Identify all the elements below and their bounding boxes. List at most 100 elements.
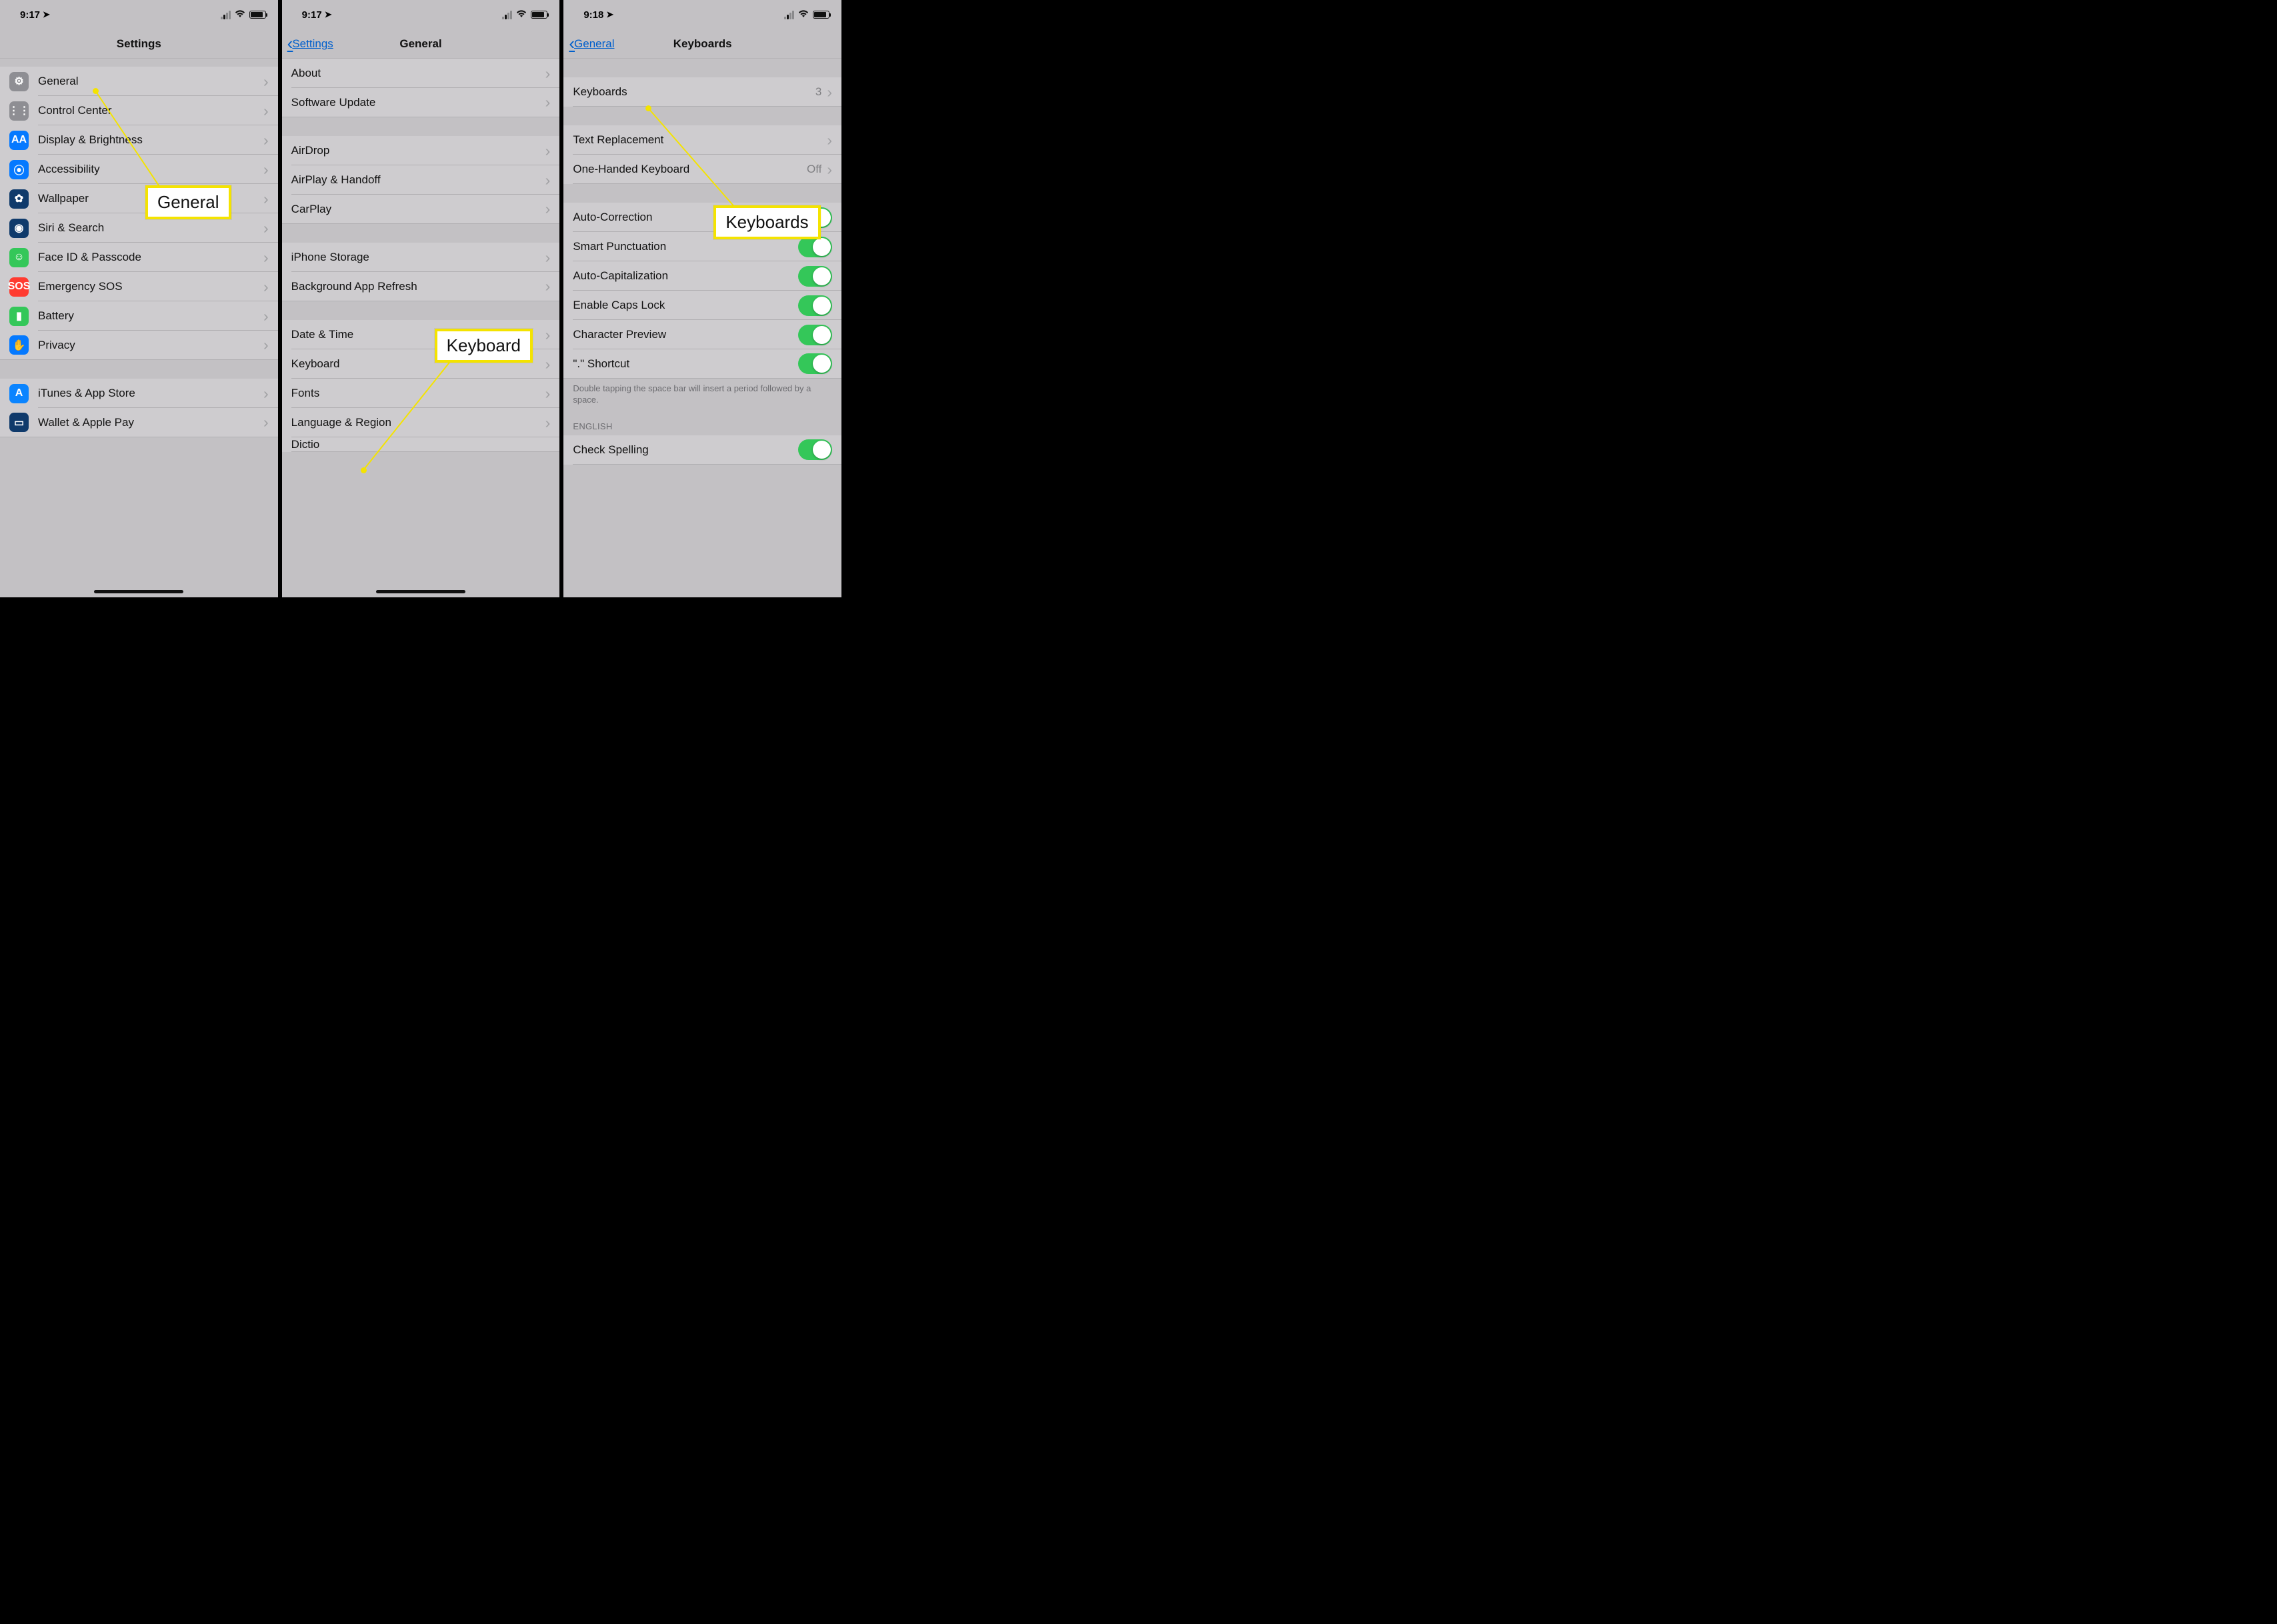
signal-icon [502,11,512,19]
gear-icon: ⚙︎ [9,72,29,91]
row-auto-correction[interactable]: Auto-Correction [563,203,841,232]
toggle-switch[interactable] [798,237,832,257]
row-general[interactable]: ⚙︎General› [0,67,278,96]
row-airdrop[interactable]: AirDrop› [282,136,560,165]
back-button[interactable]: ‹General [569,33,614,54]
back-label: Settings [292,37,333,51]
row-auto-capitalization[interactable]: Auto-Capitalization [563,261,841,291]
row-wallet-apple-pay[interactable]: ▭Wallet & Apple Pay› [0,408,278,437]
chevron-right-icon: › [545,250,551,265]
chevron-right-icon: › [545,415,551,431]
chevron-right-icon: › [545,95,551,110]
cell-label: Dictio [291,438,551,451]
cell-label: Wallpaper [38,192,263,205]
cell-label: Smart Punctuation [573,240,798,253]
cell-label: AirPlay & Handoff [291,173,545,187]
cell-label: Text Replacement [573,133,827,147]
toggle-switch[interactable] [798,325,832,345]
toggle-switch[interactable] [798,295,832,316]
chevron-right-icon: › [545,66,551,81]
cell-label: Auto-Correction [573,211,798,224]
signal-icon [221,11,231,19]
chevron-right-icon: › [263,162,269,177]
cell-label: About [291,67,545,80]
row-one-handed-keyboard[interactable]: One-Handed Keyboard Off › [563,155,841,184]
row-check-spelling[interactable]: Check Spelling [563,435,841,465]
chevron-right-icon: › [263,74,269,89]
status-bar: 9:17➤ [282,0,560,29]
status-bar: 9:17➤ [0,0,278,29]
chevron-right-icon: › [263,309,269,324]
back-button[interactable]: ‹Settings [287,33,333,54]
chevron-right-icon: › [263,133,269,148]
SOS-icon: SOS [9,277,29,297]
cell-label: Software Update [291,96,545,109]
location-icon: ➤ [43,9,50,20]
row-display-brightness[interactable]: AADisplay & Brightness› [0,125,278,155]
cell-label: iPhone Storage [291,251,545,264]
row-keyboards[interactable]: Keyboards 3 › [563,77,841,107]
cell-label: Check Spelling [573,443,798,457]
cell-label: Enable Caps Lock [573,299,798,312]
row-language-region[interactable]: Language & Region› [282,408,560,437]
cell-label: "." Shortcut [573,357,798,371]
chevron-right-icon: › [263,415,269,430]
face-icon: ☺ [9,248,29,267]
screen-general: 9:17➤ ‹Settings General About›Software U… [282,0,564,597]
row-privacy[interactable]: ✋Privacy› [0,331,278,360]
cell-label: Language & Region [291,416,545,429]
row-accessibility[interactable]: ⦿Accessibility› [0,155,278,184]
wifi-icon [516,9,527,21]
chevron-right-icon: › [263,279,269,295]
toggle-switch[interactable] [798,353,832,374]
row-background-app-refresh[interactable]: Background App Refresh› [282,272,560,301]
row-smart-punctuation[interactable]: Smart Punctuation [563,232,841,261]
cell-label: Battery [38,309,263,323]
row-iphone-storage[interactable]: iPhone Storage› [282,243,560,272]
screen-settings: 9:17➤ Settings ⚙︎General›⋮⋮Control Cente… [0,0,282,597]
row-face-id-passcode[interactable]: ☺Face ID & Passcode› [0,243,278,272]
battery-icon [531,11,547,19]
home-indicator [94,590,183,593]
chevron-right-icon: › [827,162,832,177]
row-keyboard[interactable]: Keyboard› [282,349,560,379]
wallet-icon: ▭ [9,413,29,432]
cell-value: Off [807,163,821,176]
row-siri-search[interactable]: ◉Siri & Search› [0,213,278,243]
row-control-center[interactable]: ⋮⋮Control Center› [0,96,278,125]
row-date-time[interactable]: Date & Time› [282,320,560,349]
row-character-preview[interactable]: Character Preview [563,320,841,349]
row-wallpaper[interactable]: ✿Wallpaper› [0,184,278,213]
row--shortcut[interactable]: "." Shortcut [563,349,841,379]
row-software-update[interactable]: Software Update› [282,88,560,117]
cell-label: Fonts [291,387,545,400]
status-time: 9:17 [20,9,40,21]
chevron-right-icon: › [827,133,832,148]
status-time: 9:18 [583,9,603,21]
row-carplay[interactable]: CarPlay› [282,195,560,224]
row-about[interactable]: About› [282,59,560,88]
cell-value: 3 [815,85,821,99]
row-battery[interactable]: ▮Battery› [0,301,278,331]
battery-icon [249,11,266,19]
A-icon: A [9,384,29,403]
row-airplay-handoff[interactable]: AirPlay & Handoff› [282,165,560,195]
AA-icon: AA [9,131,29,150]
toggle-switch[interactable] [798,266,832,287]
row-itunes-app-store[interactable]: AiTunes & App Store› [0,379,278,408]
row-text-replacement[interactable]: Text Replacement › [563,125,841,155]
page-title: Keyboards [673,37,732,51]
cell-label: Keyboard [291,357,545,371]
section-header-english: ENGLISH [563,409,841,435]
back-label: General [574,37,614,51]
toggle-switch[interactable] [798,207,832,228]
chevron-right-icon: › [263,221,269,236]
row-emergency-sos[interactable]: SOSEmergency SOS› [0,272,278,301]
chevron-right-icon: › [545,386,551,401]
cell-label: CarPlay [291,203,545,216]
row-dictionary-cut[interactable]: Dictio [282,437,560,452]
row-fonts[interactable]: Fonts› [282,379,560,408]
row-enable-caps-lock[interactable]: Enable Caps Lock [563,291,841,320]
toggle-switch[interactable] [798,439,832,460]
cell-label: iTunes & App Store [38,387,263,400]
